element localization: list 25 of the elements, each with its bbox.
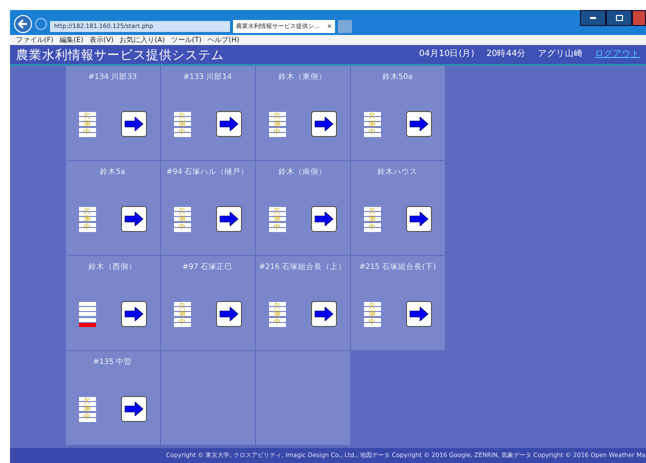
close-button[interactable] — [632, 10, 646, 26]
arrow-button[interactable] — [310, 206, 336, 232]
arrow-button[interactable] — [310, 111, 336, 138]
logout-link[interactable]: ログアウト — [595, 48, 640, 61]
arrow-button[interactable] — [120, 396, 146, 422]
arrow-button[interactable] — [216, 111, 242, 138]
arrow-button[interactable] — [406, 111, 432, 138]
arrow-button[interactable] — [120, 111, 146, 138]
arrow-button[interactable] — [120, 301, 146, 328]
arrow-button[interactable] — [310, 301, 336, 328]
arrow-button[interactable] — [216, 301, 242, 328]
minimize-button[interactable] — [580, 10, 606, 26]
date-text: 04月10日(月) — [419, 48, 474, 61]
arrow-button[interactable] — [120, 206, 146, 232]
user-name: アグリ山崎 — [538, 48, 583, 61]
back-button[interactable] — [14, 15, 32, 33]
minimize-icon — [590, 17, 596, 19]
time-text: 20時44分 — [486, 48, 526, 61]
maximize-icon — [616, 15, 622, 21]
app-title: 農業水利情報サービス提供システム — [16, 47, 225, 62]
arrow-button[interactable] — [406, 206, 432, 232]
back-arrow-icon — [18, 19, 28, 29]
maximize-button[interactable] — [606, 10, 632, 26]
arrow-button[interactable] — [406, 301, 432, 328]
arrow-button[interactable] — [216, 206, 242, 232]
